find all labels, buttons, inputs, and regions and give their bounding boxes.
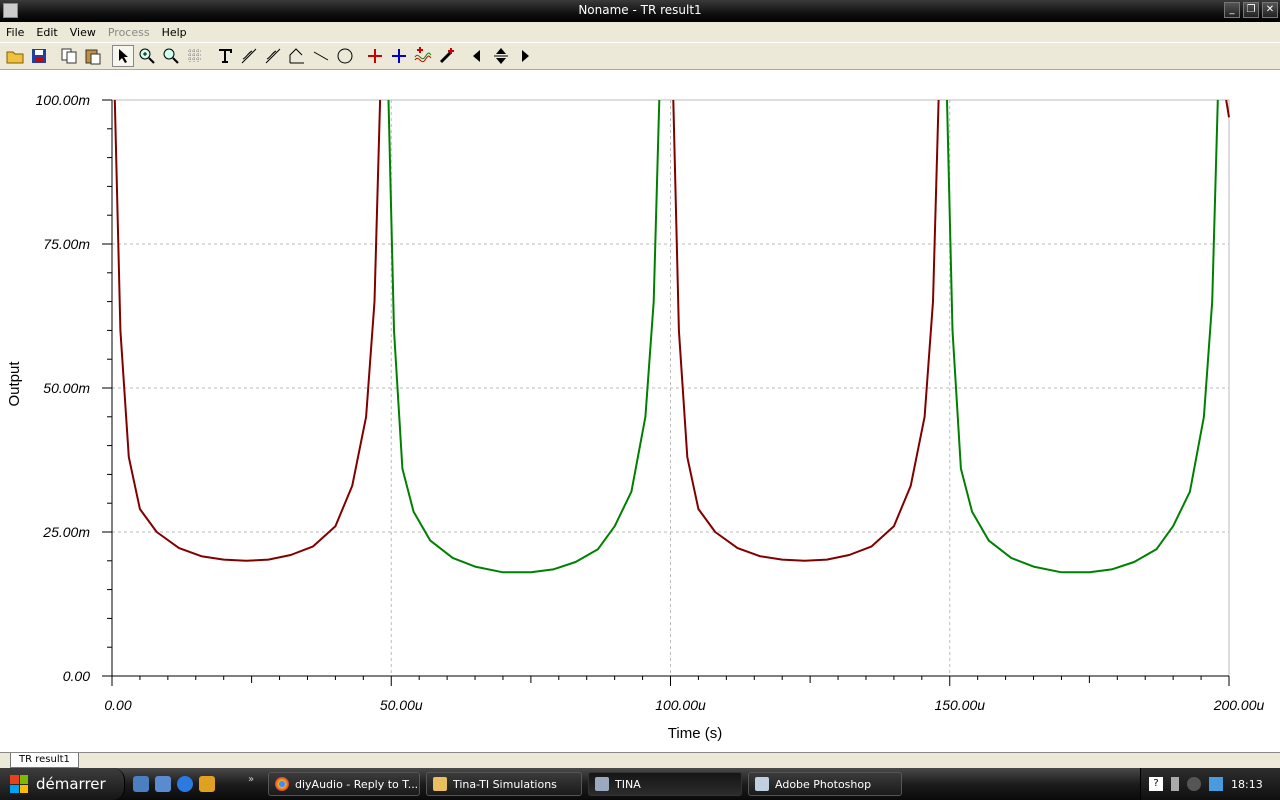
pan-left-icon[interactable]	[466, 45, 488, 67]
computer-icon[interactable]	[155, 776, 171, 792]
menu-view[interactable]: View	[64, 26, 102, 39]
x-tick-label: 0.00	[104, 697, 131, 713]
tab-tr-result1[interactable]: TR result1	[10, 753, 79, 768]
menu-bar: File Edit View Process Help	[0, 22, 1280, 42]
media-player-icon[interactable]	[199, 776, 215, 792]
internet-explorer-icon[interactable]	[177, 776, 193, 792]
y-axis-label: Output	[6, 361, 23, 407]
y-tick-label: 0.00	[63, 668, 90, 684]
x-tick-label: 100.00u	[655, 697, 706, 713]
save-icon[interactable]	[28, 45, 50, 67]
task-tina[interactable]: TINA	[588, 772, 742, 796]
folder-icon	[433, 777, 447, 791]
circle-tool-icon[interactable]	[334, 45, 356, 67]
pan-updown-icon[interactable]	[490, 45, 512, 67]
photoshop-icon	[755, 777, 769, 791]
y-tick-label: 75.00m	[43, 236, 90, 252]
usb-icon[interactable]	[1171, 777, 1179, 791]
marker-b-icon[interactable]	[388, 45, 410, 67]
system-tray: ? 18:13	[1140, 768, 1280, 800]
grid-icon[interactable]	[184, 45, 206, 67]
zoom-in-icon[interactable]	[136, 45, 158, 67]
text-tool-icon[interactable]	[214, 45, 236, 67]
y-tick-label: 50.00m	[43, 380, 90, 396]
task-adobe-photoshop[interactable]: Adobe Photoshop	[748, 772, 902, 796]
tray-expand-icon[interactable]	[1187, 777, 1201, 791]
quick-launch	[133, 776, 215, 792]
network-icon[interactable]	[1209, 777, 1223, 791]
x-tick-label: 150.00u	[934, 697, 985, 713]
window-title: Noname - TR result1	[578, 3, 702, 17]
show-desktop-icon[interactable]	[133, 776, 149, 792]
result-tabs: TR result1	[0, 752, 1280, 768]
minimize-button[interactable]: _	[1224, 2, 1240, 18]
task-diyaudio[interactable]: diyAudio - Reply to T...	[268, 772, 420, 796]
zoom-100-icon[interactable]	[160, 45, 182, 67]
close-button[interactable]: ✕	[1262, 2, 1278, 18]
window-controls: _ ❐ ✕	[1224, 2, 1278, 18]
y-tick-label: 100.00m	[36, 92, 91, 108]
x-tick-label: 50.00u	[380, 697, 423, 713]
restore-button[interactable]: ❐	[1243, 2, 1259, 18]
chrome-icon	[275, 777, 289, 791]
paste-icon[interactable]	[82, 45, 104, 67]
open-folder-icon[interactable]	[4, 45, 26, 67]
x-axis-label: Time (s)	[668, 725, 722, 742]
pointer-icon[interactable]	[112, 45, 134, 67]
menu-process[interactable]: Process	[102, 26, 156, 39]
task-tina-ti-simulations[interactable]: Tina-TI Simulations	[426, 772, 582, 796]
x-tick-label: 200.00u	[1213, 697, 1265, 713]
window-titlebar[interactable]: Noname - TR result1 _ ❐ ✕	[0, 0, 1280, 22]
cursor-a-icon[interactable]	[238, 45, 260, 67]
probe-icon[interactable]	[436, 45, 458, 67]
transient-chart[interactable]: 0.00 50.00u 100.00u 150.00u 200.00u 0.00 25.00…	[0, 70, 1280, 752]
start-button[interactable]: démarrer	[0, 768, 125, 800]
menu-edit[interactable]: Edit	[30, 26, 63, 39]
copy-icon[interactable]	[58, 45, 80, 67]
tina-app-icon	[595, 777, 609, 791]
windows-logo-icon	[10, 775, 28, 793]
y-tick-label: 25.00m	[42, 524, 90, 540]
menu-help[interactable]: Help	[156, 26, 193, 39]
cursor-b-icon[interactable]	[262, 45, 284, 67]
help-icon[interactable]: ?	[1149, 777, 1163, 791]
waveform-icon[interactable]	[412, 45, 434, 67]
pan-right-icon[interactable]	[514, 45, 536, 67]
line-tool-icon[interactable]	[310, 45, 332, 67]
taskbar: démarrer » diyAudio - Reply to T... Tina…	[0, 768, 1280, 800]
marker-a-icon[interactable]	[364, 45, 386, 67]
start-label: démarrer	[36, 775, 106, 793]
clock: 18:13	[1231, 777, 1263, 791]
menu-file[interactable]: File	[0, 26, 30, 39]
quick-launch-chevron-icon[interactable]: »	[248, 774, 254, 785]
toolbar	[0, 42, 1280, 70]
plot-area[interactable]: 0.00 50.00u 100.00u 150.00u 200.00u 0.00 25.00…	[0, 70, 1280, 752]
axis-icon[interactable]	[286, 45, 308, 67]
